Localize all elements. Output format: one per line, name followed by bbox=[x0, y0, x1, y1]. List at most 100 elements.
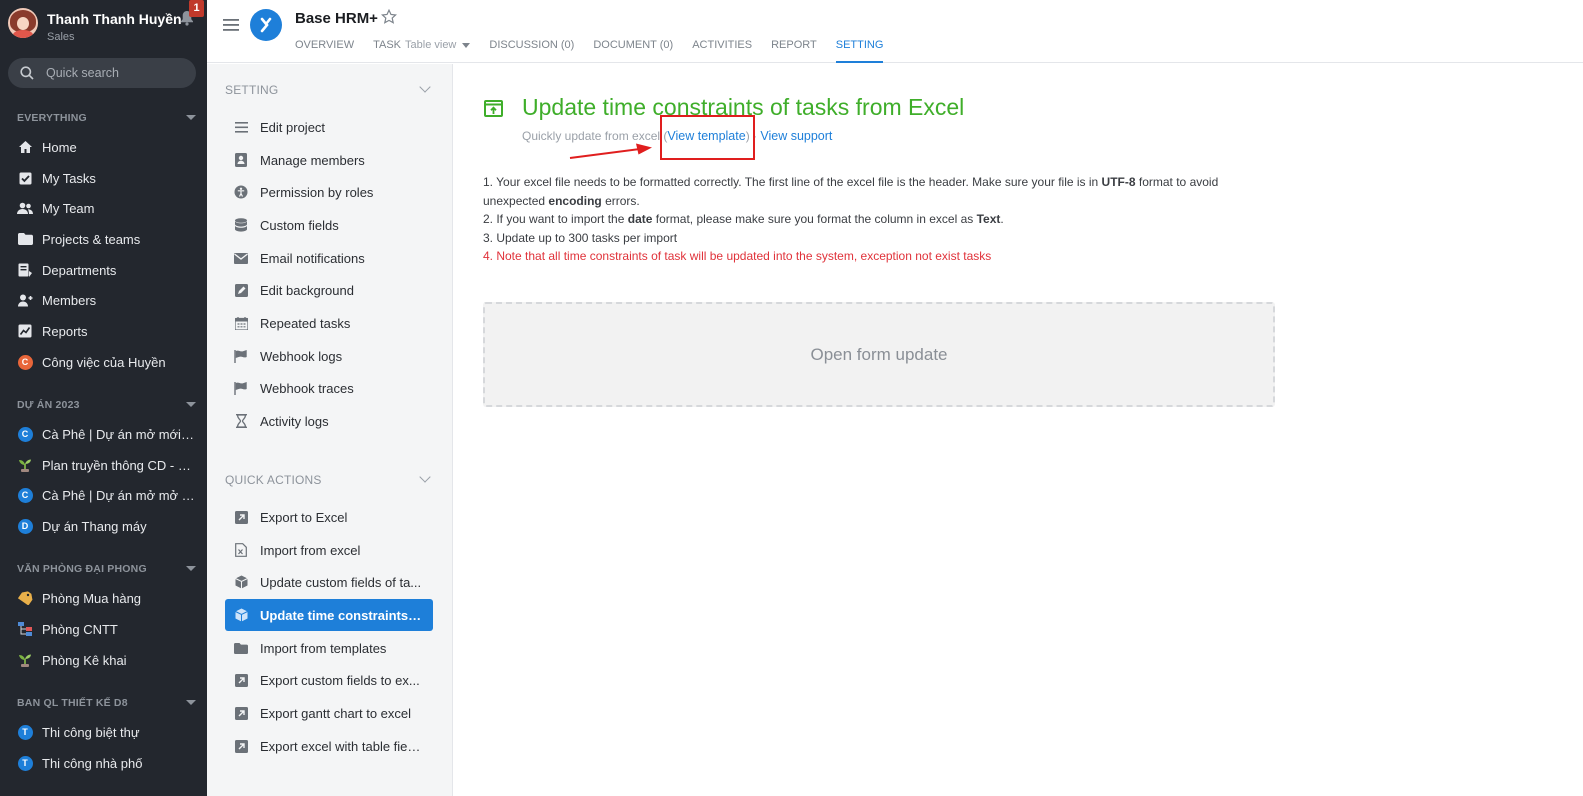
sidebar-item-label: Reports bbox=[42, 323, 88, 339]
view-support-link[interactable]: View support bbox=[760, 129, 832, 143]
settings-menu: SETTING Edit project Manage members Perm… bbox=[207, 64, 453, 796]
export-icon bbox=[234, 510, 248, 524]
sidebar-item-label: Thi công nhà phố bbox=[42, 755, 143, 771]
tab-document[interactable]: DOCUMENT (0) bbox=[593, 36, 673, 63]
sidebar-item-ca-phe-1[interactable]: C Cà Phê | Dự án mở mới c... bbox=[0, 420, 207, 448]
instruction-3: 3. Update up to 300 tasks per import bbox=[483, 230, 678, 245]
annotation-highlight-box bbox=[660, 115, 755, 160]
main-content: Update time constraints of tasks from Ex… bbox=[454, 64, 1583, 796]
menu-export-to-excel[interactable]: Export to Excel bbox=[225, 501, 433, 533]
chevron-down-icon[interactable] bbox=[186, 402, 196, 407]
menu-update-time-constraints[interactable]: Update time constraints of... bbox=[225, 599, 433, 631]
project-badge: C bbox=[17, 487, 33, 503]
section-title-quick-actions[interactable]: QUICK ACTIONS bbox=[225, 473, 322, 487]
sidebar-item-thi-cong-nha-pho[interactable]: T Thi công nhà phố bbox=[0, 749, 207, 777]
upload-excel-icon bbox=[484, 100, 503, 117]
hamburger-menu-icon[interactable] bbox=[223, 18, 239, 32]
instruction-2: 2. If you want to import the date format… bbox=[483, 212, 1004, 226]
database-icon bbox=[234, 218, 248, 232]
sidebar-item-members[interactable]: Members bbox=[0, 286, 207, 314]
chevron-down-icon[interactable] bbox=[186, 115, 196, 120]
sidebar-item-cong-viec-cua-huyen[interactable]: C Công việc của Huyền bbox=[0, 348, 207, 376]
menu-edit-project[interactable]: Edit project bbox=[225, 111, 433, 143]
folder-icon bbox=[234, 641, 248, 655]
chevron-down-icon[interactable] bbox=[186, 700, 196, 705]
menu-export-custom-fields[interactable]: Export custom fields to ex... bbox=[225, 664, 433, 696]
menu-edit-background[interactable]: Edit background bbox=[225, 274, 433, 306]
home-icon bbox=[17, 139, 33, 155]
project-badge: C bbox=[17, 426, 33, 442]
tab-activities[interactable]: ACTIVITIES bbox=[692, 36, 752, 63]
sidebar-item-home[interactable]: Home bbox=[0, 133, 207, 161]
project-badge: T bbox=[17, 755, 33, 771]
sidebar-item-label: Members bbox=[42, 292, 97, 308]
tab-report[interactable]: REPORT bbox=[771, 36, 817, 63]
sidebar-item-du-an-thang-may[interactable]: D Dự án Thang máy bbox=[0, 512, 207, 540]
sidebar-item-label: My Team bbox=[42, 200, 95, 216]
star-icon[interactable] bbox=[381, 9, 397, 25]
calendar-icon bbox=[234, 316, 248, 330]
sidebar-item-label: Projects & teams bbox=[42, 231, 141, 247]
menu-import-from-templates[interactable]: Import from templates bbox=[225, 632, 433, 664]
menu-webhook-logs[interactable]: Webhook logs bbox=[225, 340, 433, 372]
tab-overview[interactable]: OVERVIEW bbox=[295, 36, 354, 63]
menu-manage-members[interactable]: Manage members bbox=[225, 144, 433, 176]
task-view-selector[interactable]: Table view bbox=[405, 39, 456, 51]
reports-chart-icon bbox=[17, 323, 33, 339]
sidebar-item-label: Phòng Mua hàng bbox=[42, 590, 142, 606]
menu-custom-fields[interactable]: Custom fields bbox=[225, 209, 433, 241]
sidebar-item-reports[interactable]: Reports bbox=[0, 317, 207, 345]
sidebar-item-departments[interactable]: Departments bbox=[0, 256, 207, 284]
chevron-down-icon[interactable] bbox=[419, 471, 431, 483]
tab-setting[interactable]: SETTING bbox=[835, 36, 884, 63]
chevron-down-icon[interactable] bbox=[419, 81, 431, 93]
project-header: Base HRM+ OVERVIEW TASK Table view DISCUS… bbox=[207, 0, 1583, 63]
flag-icon bbox=[234, 349, 248, 363]
quick-search[interactable] bbox=[8, 58, 196, 88]
chevron-down-icon[interactable] bbox=[186, 566, 196, 571]
project-badge: T bbox=[17, 724, 33, 740]
project-logo[interactable] bbox=[250, 9, 282, 41]
group-title-du-an-2023[interactable]: DỰ ÁN 2023 bbox=[17, 399, 80, 411]
project-title: Base HRM+ bbox=[295, 10, 378, 27]
menu-email-notifications[interactable]: Email notifications bbox=[225, 242, 433, 274]
tab-task[interactable]: TASK Table view bbox=[373, 36, 471, 63]
sidebar-item-my-team[interactable]: My Team bbox=[0, 194, 207, 222]
menu-import-from-excel[interactable]: Import from excel bbox=[225, 534, 433, 566]
menu-update-custom-fields[interactable]: Update custom fields of ta... bbox=[225, 566, 433, 598]
sidebar-item-phong-mua-hang[interactable]: Phòng Mua hàng bbox=[0, 584, 207, 612]
sidebar-item-ca-phe-2[interactable]: C Cà Phê | Dự án mở mở V... bbox=[0, 481, 207, 509]
chevron-down-icon[interactable] bbox=[462, 42, 471, 48]
user-profile[interactable]: Thanh Thanh Huyền Sales 1 bbox=[0, 0, 207, 50]
tab-discussion[interactable]: DISCUSSION (0) bbox=[489, 36, 574, 63]
menu-activity-logs[interactable]: Activity logs bbox=[225, 405, 433, 437]
menu-webhook-traces[interactable]: Webhook traces bbox=[225, 372, 433, 404]
group-title-ban-ql-thiet-ke-d8[interactable]: BAN QL THIẾT KẾ D8 bbox=[17, 697, 128, 709]
group-title-van-phong-dai-phong[interactable]: VĂN PHÒNG ĐẠI PHONG bbox=[17, 563, 147, 575]
sidebar-item-plan-truyen-thong[interactable]: Plan truyền thông CD - M... bbox=[0, 451, 207, 479]
sidebar-item-thi-cong-biet-thu[interactable]: T Thi công biệt thự bbox=[0, 718, 207, 746]
menu-repeated-tasks[interactable]: Repeated tasks bbox=[225, 307, 433, 339]
sidebar-item-projects-teams[interactable]: Projects & teams bbox=[0, 225, 207, 253]
excel-file-icon bbox=[234, 543, 248, 557]
avatar[interactable] bbox=[8, 8, 38, 38]
sidebar-item-label: My Tasks bbox=[42, 170, 96, 186]
open-form-update-button[interactable]: Open form update bbox=[483, 302, 1275, 407]
section-title-setting[interactable]: SETTING bbox=[225, 83, 278, 97]
search-input[interactable] bbox=[46, 58, 186, 88]
notification-badge[interactable]: 1 bbox=[189, 0, 204, 17]
cube-icon bbox=[234, 575, 248, 589]
menu-permission-by-roles[interactable]: Permission by roles bbox=[225, 176, 433, 208]
sidebar-item-my-tasks[interactable]: My Tasks bbox=[0, 164, 207, 192]
sidebar-item-phong-cntt[interactable]: Phòng CNTT bbox=[0, 615, 207, 643]
menu-export-gantt-chart[interactable]: Export gantt chart to excel bbox=[225, 697, 433, 729]
sidebar-item-phong-ke-khai[interactable]: Phòng Kê khai bbox=[0, 646, 207, 674]
flag-icon bbox=[234, 381, 248, 395]
cube-icon bbox=[234, 608, 248, 622]
sidebar-item-label: Phòng Kê khai bbox=[42, 652, 127, 668]
instruction-4-warning: 4. Note that all time constraints of tas… bbox=[483, 249, 992, 263]
sidebar-item-label: Cà Phê | Dự án mở mới c... bbox=[42, 426, 197, 442]
group-title-everything[interactable]: EVERYTHING bbox=[17, 112, 87, 124]
menu-export-excel-table-fields[interactable]: Export excel with table fields bbox=[225, 730, 433, 762]
import-instructions: 1. Your excel file needs to be formatted… bbox=[483, 173, 1283, 266]
